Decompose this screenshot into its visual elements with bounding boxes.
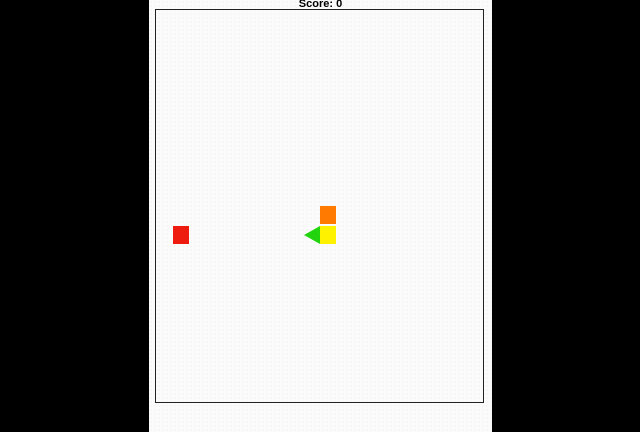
snake-head-icon bbox=[304, 226, 320, 244]
game-stage: Score: 0 bbox=[149, 0, 492, 432]
game-board[interactable] bbox=[155, 9, 484, 403]
snake-tail-segment bbox=[320, 206, 336, 224]
food-item bbox=[173, 226, 189, 244]
snake-body-segment bbox=[320, 226, 336, 244]
